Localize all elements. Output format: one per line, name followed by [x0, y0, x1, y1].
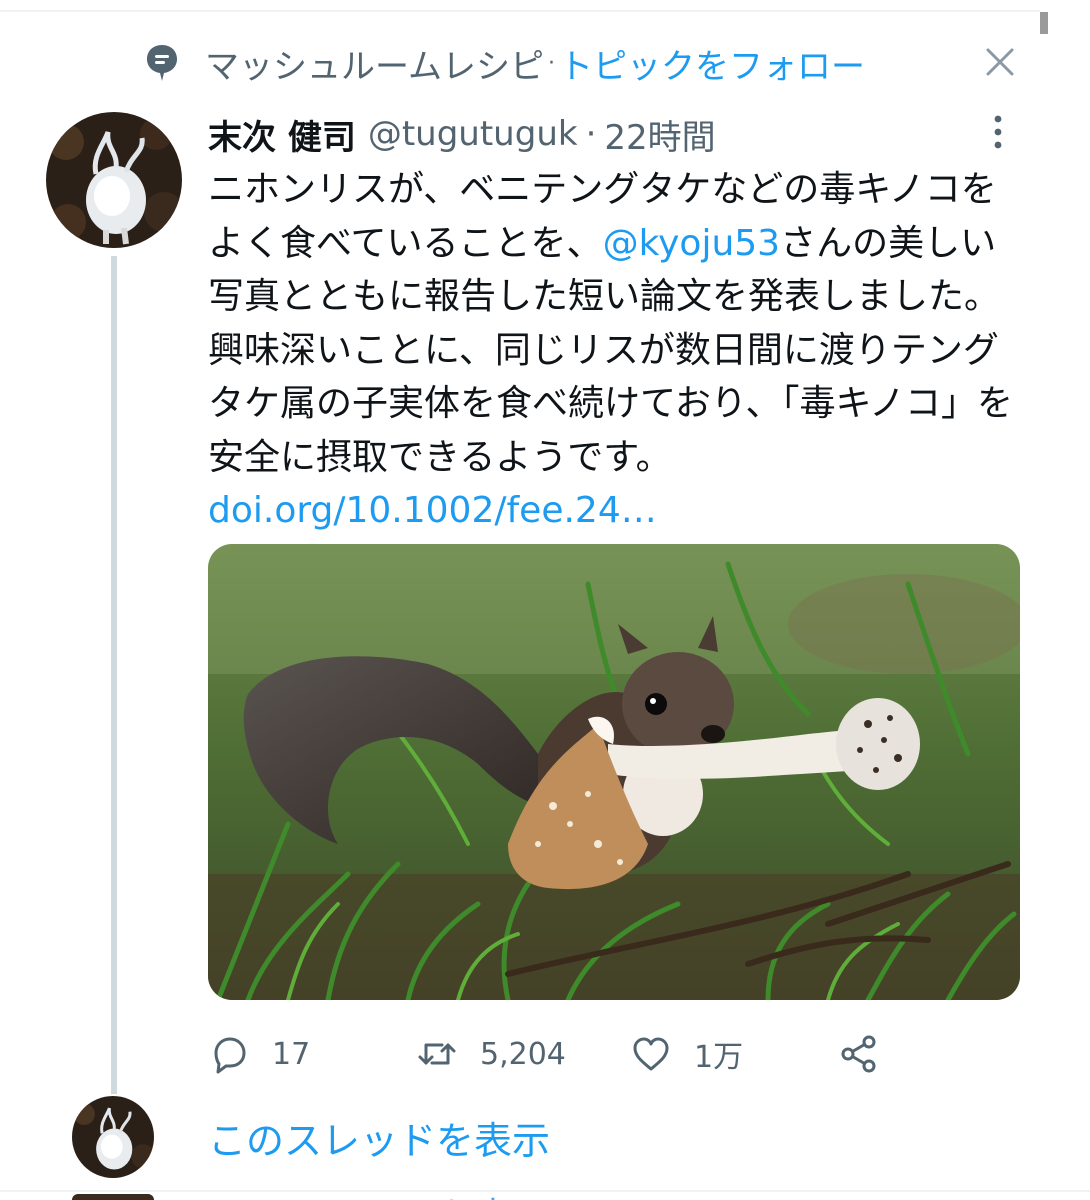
- thread-avatar[interactable]: [72, 1096, 154, 1178]
- thread-connector-line: [111, 256, 117, 1094]
- display-name[interactable]: 末次 健司: [208, 110, 356, 159]
- next-show-thread-partial: このスレッドを表示: [208, 1190, 550, 1200]
- share-icon: [841, 1035, 876, 1073]
- follow-topic-button[interactable]: トピックをフォロー: [559, 39, 865, 88]
- retweet-icon: [418, 1043, 456, 1065]
- retweet-count: 5,204: [480, 1036, 566, 1072]
- scrollbar-thumb[interactable]: [1040, 12, 1048, 34]
- next-show-thread-label: このスレッドを表示: [208, 1190, 550, 1200]
- show-thread-link[interactable]: このスレッドを表示: [208, 1110, 550, 1165]
- retweet-button[interactable]: 5,204: [416, 1026, 566, 1082]
- topic-separator: ·: [547, 50, 555, 76]
- tweet-timestamp[interactable]: 22時間: [604, 110, 715, 159]
- close-icon[interactable]: [984, 46, 1016, 78]
- reply-icon: [214, 1037, 246, 1074]
- avatar[interactable]: [46, 112, 182, 248]
- more-vertical-icon[interactable]: [988, 114, 1008, 150]
- tweet-actions: 17 5,204 1万: [208, 1026, 1028, 1082]
- heart-icon: [633, 1037, 669, 1071]
- topic-bubble-icon: [147, 45, 177, 81]
- tweet-text: ニホンリスが、ベニテングタケなどの毒キノコをよく食べていることを、@kyoju5…: [208, 163, 1018, 538]
- share-button[interactable]: [838, 1026, 880, 1082]
- like-button[interactable]: 1万: [630, 1026, 743, 1082]
- header-separator: ·: [585, 114, 597, 154]
- reply-count: 17: [272, 1036, 311, 1072]
- topic-name[interactable]: マッシュルームレシピ: [205, 39, 544, 88]
- next-avatar-partial: [72, 1194, 154, 1200]
- top-divider: [0, 10, 1040, 12]
- mention-link[interactable]: @kyoju53: [603, 223, 781, 264]
- like-count: 1万: [694, 1040, 744, 1075]
- tweet-photo[interactable]: [208, 544, 1020, 1000]
- topic-row: マッシュルームレシピ · トピックをフォロー: [145, 38, 1025, 88]
- reply-button[interactable]: 17: [208, 1026, 310, 1082]
- user-handle[interactable]: @tugutuguk: [368, 114, 578, 154]
- doi-link[interactable]: doi.org/10.1002/fee.24…: [208, 490, 657, 531]
- tweet-header: 末次 健司 @tugutuguk · 22時間: [208, 110, 1028, 158]
